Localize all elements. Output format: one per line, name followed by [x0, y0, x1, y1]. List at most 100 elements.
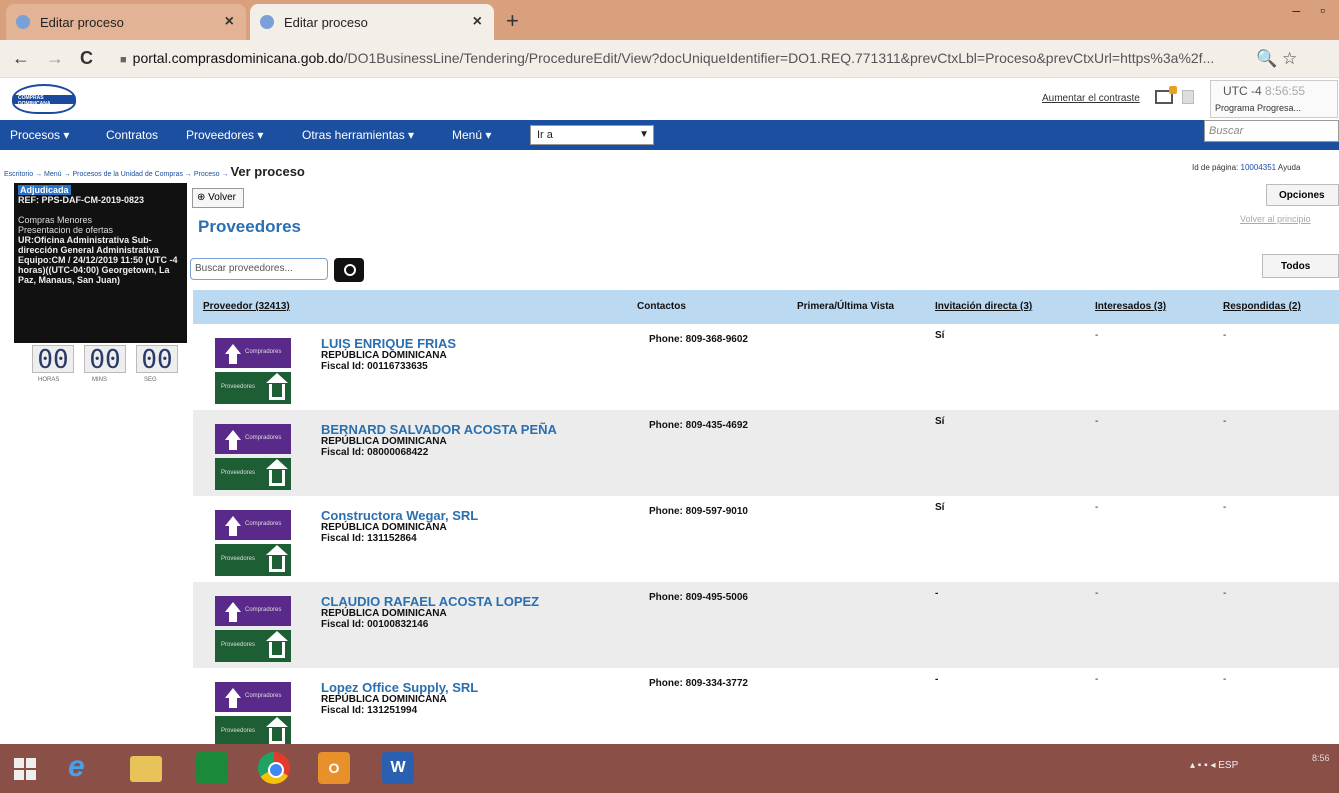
house-icon: [266, 373, 288, 400]
responded-value: -: [1223, 502, 1227, 513]
tray-clock[interactable]: 8:56: [1312, 750, 1330, 766]
responded-value: -: [1223, 416, 1227, 427]
breadcrumb-path[interactable]: Escritorio → Menú → Procesos de la Unida…: [4, 171, 228, 178]
supplier-phone: Phone: 809-597-9010: [649, 506, 748, 517]
timer-mins: 00: [84, 345, 126, 374]
main-nav: Procesos ▾ Contratos Proveedores ▾ Otras…: [0, 120, 1339, 150]
interested-value: -: [1095, 416, 1099, 427]
windows-taskbar: e O W ▴ ▪ ▪ ◂ ESP 8:56: [0, 744, 1339, 793]
responded-value: -: [1223, 330, 1227, 341]
invitation-value: Sí: [935, 502, 945, 513]
process-modality: Compras Menores: [18, 215, 93, 225]
invitation-value: -: [935, 674, 939, 685]
forward-arrow-icon[interactable]: →: [46, 48, 64, 69]
nav-menu[interactable]: Menú ▾: [452, 128, 491, 142]
url-path: /DO1BusinessLine/Tendering/ProcedureEdit…: [343, 50, 1215, 66]
goto-select[interactable]: Ir a: [530, 125, 654, 145]
col-invitacion-directa[interactable]: Invitación directa (3): [935, 301, 1032, 312]
program-selector[interactable]: Programa Progresa...: [1215, 103, 1301, 113]
timezone-box: UTC -4 8:56:55 Programa Progresa...: [1210, 80, 1338, 118]
bookmark-star-icon[interactable]: ☆: [1282, 49, 1297, 69]
browser-tab-active[interactable]: Editar proceso ×: [250, 4, 494, 40]
supplier-country: REPÚBLICA DOMINICANA: [321, 522, 447, 533]
table-row: Compradores Proveedores Constructora Weg…: [193, 496, 1339, 582]
nav-contratos[interactable]: Contratos: [106, 128, 158, 142]
global-search-input[interactable]: Buscar: [1204, 120, 1339, 142]
document-icon[interactable]: [1182, 90, 1194, 104]
url-domain: portal.comprasdominicana.gob.do: [132, 50, 344, 66]
increase-contrast-link[interactable]: Aumentar el contraste: [1042, 93, 1140, 104]
supplier-name-link[interactable]: Lopez Office Supply, SRL: [321, 680, 478, 695]
word-icon[interactable]: W: [382, 752, 414, 784]
supplier-name-link[interactable]: Constructora Wegar, SRL: [321, 508, 478, 523]
col-respondidas[interactable]: Respondidas (2): [1223, 301, 1301, 312]
supplier-search-input[interactable]: Buscar proveedores...: [190, 258, 328, 280]
store-icon[interactable]: [196, 752, 228, 784]
windows-start-icon[interactable]: [14, 758, 36, 780]
back-button-label: Volver: [208, 192, 236, 203]
back-arrow-icon[interactable]: ←: [12, 48, 30, 69]
mail-icon[interactable]: [1155, 86, 1177, 104]
supplier-fiscal-id: Fiscal Id: 131251994: [321, 705, 418, 716]
outlook-icon[interactable]: O: [318, 752, 350, 784]
responded-value: -: [1223, 588, 1227, 599]
tab-favicon-icon: [260, 15, 274, 29]
process-unit: UR:Oficina Administrativa Sub-dirección …: [18, 235, 159, 255]
browser-tab-strip: Editar proceso × Editar proceso × + – ▫: [0, 0, 1339, 40]
supplier-name-link[interactable]: BERNARD SALVADOR ACOSTA PEÑA: [321, 422, 557, 437]
house-icon: [266, 545, 288, 572]
all-filter-button[interactable]: Todos: [1262, 254, 1339, 278]
url-field[interactable]: ■ portal.comprasdominicana.gob.do/DO1Busi…: [120, 50, 1214, 66]
process-phase: Presentacion de ofertas: [18, 225, 114, 235]
lock-icon: ■: [120, 54, 127, 66]
nav-proveedores[interactable]: Proveedores ▾: [186, 128, 263, 142]
supplier-name-link[interactable]: LUIS ENRIQUE FRIAS: [321, 336, 456, 351]
invitation-value: Sí: [935, 330, 945, 341]
col-proveedor[interactable]: Proveedor (32413): [203, 301, 290, 312]
supplier-phone: Phone: 809-495-5006: [649, 592, 748, 603]
close-tab-icon[interactable]: ×: [473, 13, 482, 31]
supplier-fiscal-id: Fiscal Id: 00116733635: [321, 361, 428, 372]
process-ref: REF: PPS-DAF-CM-2019-0823: [18, 195, 145, 205]
timer-secs: 00: [136, 345, 178, 374]
browser-tab[interactable]: Editar proceso ×: [6, 4, 246, 40]
logo-bottom-text: Proveedores: [221, 642, 256, 648]
internet-explorer-icon[interactable]: e: [68, 752, 100, 784]
zoom-icon[interactable]: 🔍: [1256, 49, 1277, 69]
interested-value: -: [1095, 588, 1099, 599]
system-tray[interactable]: ▴ ▪ ▪ ◂ ESP: [1190, 760, 1238, 771]
invitation-value: Sí: [935, 416, 945, 427]
compras-dominicana-logo[interactable]: COMPRAS DOMINICANA: [12, 84, 76, 114]
window-controls[interactable]: – ▫: [1292, 2, 1333, 18]
tray-icons[interactable]: ▴ ▪ ▪ ◂: [1190, 760, 1218, 771]
search-button[interactable]: [334, 258, 364, 282]
timer-secs-label: SEG: [144, 377, 157, 383]
back-to-top-link[interactable]: Volver al principio: [1240, 214, 1311, 224]
utc-label: UTC -4: [1223, 84, 1262, 98]
clock-value: 8:56:55: [1265, 84, 1306, 98]
nav-otras-herramientas[interactable]: Otras herramientas ▾: [302, 128, 414, 142]
back-button[interactable]: ⊕ Volver: [192, 188, 244, 208]
supplier-logo: Compradores Proveedores: [215, 596, 291, 662]
col-interesados[interactable]: Interesados (3): [1095, 301, 1166, 312]
supplier-logo: Compradores Proveedores: [215, 682, 291, 744]
nav-procesos[interactable]: Procesos ▾: [10, 128, 69, 142]
status-badge: Adjudicada: [18, 185, 71, 195]
table-row: Compradores Proveedores CLAUDIO RAFAEL A…: [193, 582, 1339, 668]
new-tab-button[interactable]: +: [506, 8, 519, 34]
back-circle-icon: ⊕: [197, 192, 206, 203]
house-icon: [266, 459, 288, 486]
logo-bottom-text: Proveedores: [221, 728, 256, 734]
file-explorer-icon[interactable]: [130, 756, 162, 782]
chrome-icon[interactable]: [258, 752, 290, 784]
tab-title: Editar proceso: [284, 14, 368, 30]
reload-icon[interactable]: C: [80, 48, 93, 69]
help-link[interactable]: Ayuda: [1278, 163, 1301, 172]
close-tab-icon[interactable]: ×: [225, 13, 234, 31]
interested-value: -: [1095, 502, 1099, 513]
supplier-logo: Compradores Proveedores: [215, 510, 291, 576]
tray-language[interactable]: ESP: [1218, 760, 1238, 771]
timer-hours: 00: [32, 345, 74, 374]
supplier-name-link[interactable]: CLAUDIO RAFAEL ACOSTA LOPEZ: [321, 594, 539, 609]
options-button[interactable]: Opciones: [1266, 184, 1339, 206]
